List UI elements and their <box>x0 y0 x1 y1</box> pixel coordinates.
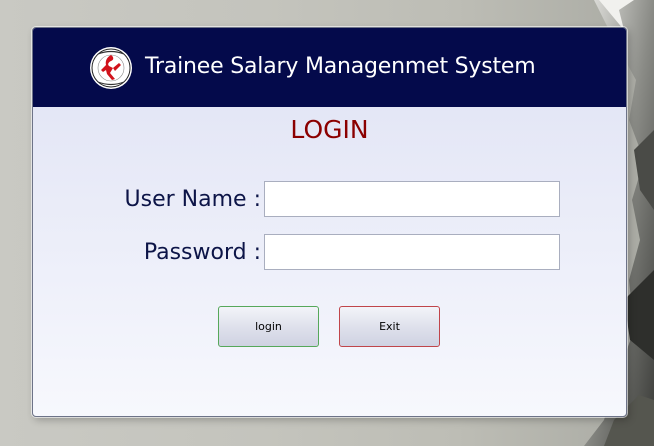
login-button[interactable]: login <box>218 306 319 347</box>
username-label: User Name : <box>124 187 261 212</box>
exit-button-label: Exit <box>379 320 400 333</box>
app-title: Trainee Salary Managenmet System <box>145 54 536 79</box>
password-label: Password : <box>143 240 261 265</box>
password-input[interactable] <box>264 234 560 270</box>
login-window: Trainee Salary Managenmet System LOGIN U… <box>32 27 627 417</box>
university-crest-icon <box>89 46 133 90</box>
title-banner: Trainee Salary Managenmet System <box>33 28 626 107</box>
login-heading: LOGIN <box>290 115 369 144</box>
username-input[interactable] <box>264 181 560 217</box>
exit-button[interactable]: Exit <box>339 306 440 347</box>
login-button-label: login <box>255 320 282 333</box>
